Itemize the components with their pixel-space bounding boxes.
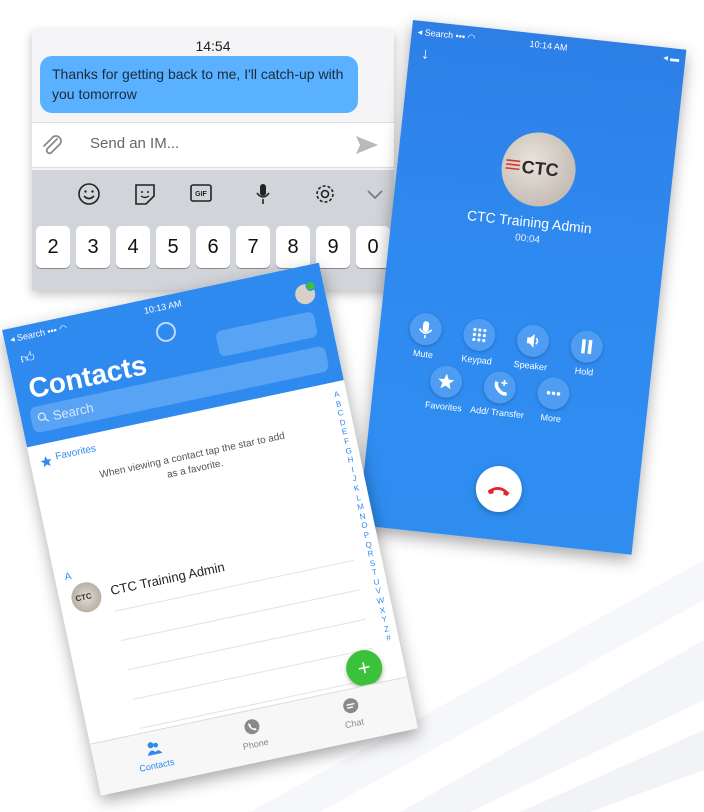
message-input[interactable]: Send an IM... bbox=[90, 135, 179, 152]
key-3[interactable]: 3 bbox=[76, 226, 110, 268]
key-8[interactable]: 8 bbox=[276, 226, 310, 268]
message-composer: Send an IM... bbox=[32, 122, 394, 168]
hang-up-button[interactable] bbox=[473, 463, 525, 515]
key-4[interactable]: 4 bbox=[116, 226, 150, 268]
call-screenshot: ◂ Search ▪▪▪ ◠ 10:14 AM ◂ ▬ ↓ CTC CTC Tr… bbox=[358, 20, 687, 555]
avatar: CTC bbox=[497, 128, 580, 211]
gear-icon[interactable] bbox=[312, 182, 338, 206]
battery-icon: ◂ ▬ bbox=[662, 52, 680, 64]
search-icon bbox=[37, 412, 50, 422]
section-letter: A bbox=[63, 571, 73, 584]
emoji-icon[interactable] bbox=[76, 182, 102, 206]
speaker-icon bbox=[526, 333, 539, 348]
alphabet-letter[interactable]: # bbox=[384, 633, 394, 644]
message-bubble: Thanks for getting back to me, I'll catc… bbox=[40, 56, 358, 113]
more-label: More bbox=[540, 412, 562, 425]
key-7[interactable]: 7 bbox=[236, 226, 270, 268]
favorites-section-label: Favorites bbox=[54, 443, 97, 463]
more-icon bbox=[546, 391, 561, 396]
add-call-icon bbox=[494, 379, 508, 396]
contact-avatar-text: CTC bbox=[74, 591, 93, 604]
pause-icon bbox=[581, 339, 593, 355]
tab-phone[interactable]: Phone bbox=[216, 712, 291, 757]
key-6[interactable]: 6 bbox=[196, 226, 230, 268]
end-call-icon bbox=[487, 487, 510, 496]
contact-avatar[interactable]: CTC bbox=[68, 579, 105, 616]
hold-button[interactable]: Hold bbox=[552, 327, 621, 381]
tab-phone-label: Phone bbox=[241, 736, 270, 752]
keyboard-keys: 2 3 4 5 6 7 8 9 0 bbox=[32, 218, 394, 290]
keyboard-toolbar: GIF bbox=[32, 170, 394, 218]
gif-icon[interactable]: GIF bbox=[188, 182, 214, 206]
key-2[interactable]: 2 bbox=[36, 226, 70, 268]
microphone-icon bbox=[419, 321, 433, 339]
star-icon bbox=[40, 456, 52, 468]
presence-icon bbox=[154, 320, 178, 344]
alphabet-letter[interactable]: K bbox=[352, 483, 362, 494]
list-divider bbox=[121, 589, 360, 641]
paperclip-icon[interactable] bbox=[38, 131, 66, 159]
key-9[interactable]: 9 bbox=[316, 226, 350, 268]
message-timestamp: 14:54 bbox=[195, 38, 231, 54]
arrow-down-icon[interactable]: ↓ bbox=[420, 45, 431, 64]
more-button[interactable]: More bbox=[518, 374, 587, 428]
tab-chat[interactable]: Chat bbox=[315, 691, 390, 736]
contacts-icon bbox=[147, 742, 163, 757]
star-icon bbox=[438, 373, 455, 390]
phone-icon bbox=[244, 719, 260, 735]
avatar-logo-text: CTC bbox=[520, 156, 560, 181]
tab-contacts-label: Contacts bbox=[138, 756, 176, 774]
favorites-hint: When viewing a contact tap the star to a… bbox=[98, 430, 286, 481]
search-placeholder: Search bbox=[51, 399, 95, 424]
key-5[interactable]: 5 bbox=[156, 226, 190, 268]
svg-text:GIF: GIF bbox=[195, 191, 207, 198]
contact-name[interactable]: CTC Training Admin bbox=[109, 559, 226, 598]
tab-chat-label: Chat bbox=[344, 716, 365, 731]
chat-icon bbox=[343, 698, 359, 714]
list-divider bbox=[127, 618, 367, 671]
microphone-icon[interactable] bbox=[250, 182, 276, 206]
alphabet-letter[interactable]: H bbox=[346, 455, 356, 466]
keypad-icon bbox=[472, 327, 487, 343]
send-icon[interactable] bbox=[354, 133, 380, 157]
tab-contacts[interactable]: Contacts bbox=[117, 733, 192, 778]
logo-lines-icon bbox=[505, 159, 521, 171]
chat-screenshot: 14:54 Thanks for getting back to me, I'l… bbox=[32, 30, 394, 290]
key-0[interactable]: 0 bbox=[356, 226, 390, 268]
thumbs-up-icon[interactable]: 👍︎ bbox=[19, 348, 37, 368]
sticker-icon[interactable] bbox=[132, 182, 158, 206]
chevron-down-icon[interactable] bbox=[362, 182, 388, 206]
